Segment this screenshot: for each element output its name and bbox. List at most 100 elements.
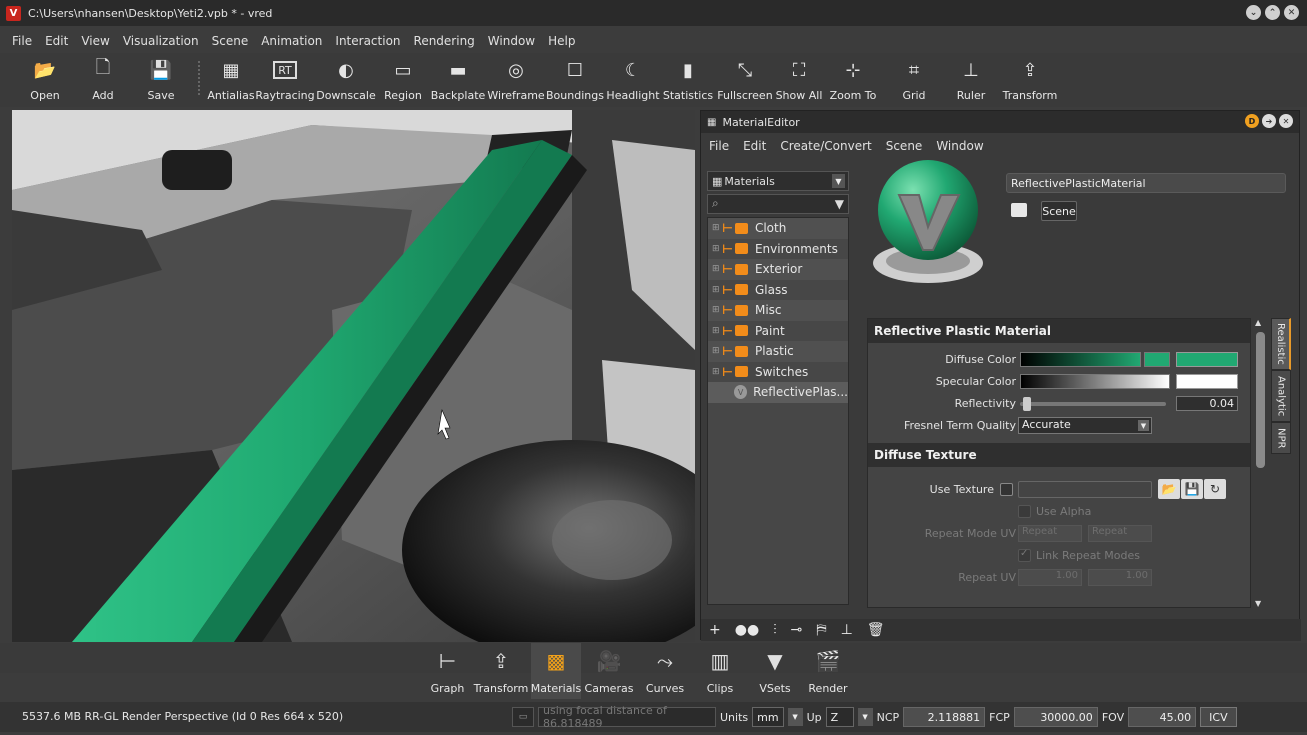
module-clips[interactable]: ▥ Clips xyxy=(693,643,747,699)
menu-view[interactable]: View xyxy=(81,34,109,48)
dock-icon[interactable]: D xyxy=(1245,114,1259,128)
material-name-field[interactable]: ReflectivePlasticMaterial xyxy=(1006,173,1286,193)
raytracing-button[interactable]: RT Raytracing xyxy=(255,53,315,105)
menu-interaction[interactable]: Interaction xyxy=(335,34,400,48)
ruler-button[interactable]: ⊥ Ruler xyxy=(945,53,997,105)
scene-button[interactable]: Scene xyxy=(1041,201,1077,221)
close-icon[interactable]: ✕ xyxy=(1279,114,1293,128)
menu-file[interactable]: File xyxy=(12,34,32,48)
reflectivity-slider[interactable] xyxy=(1020,397,1166,411)
use-texture-checkbox[interactable] xyxy=(1000,483,1013,496)
transform-button[interactable]: ⇪ Transform xyxy=(997,53,1063,105)
fullscreen-button[interactable]: ⤡ Fullscreen xyxy=(715,53,775,105)
minimize-icon[interactable]: ⌄ xyxy=(1246,5,1261,20)
module-graph[interactable]: ⊢ Graph xyxy=(424,643,471,699)
chevron-down-icon[interactable]: ▼ xyxy=(787,708,803,726)
add-icon[interactable]: + xyxy=(709,622,721,638)
float-icon[interactable]: ➔ xyxy=(1262,114,1276,128)
focal-distance-field[interactable]: using focal distance of 86.818489 xyxy=(538,704,716,730)
menu-rendering[interactable]: Rendering xyxy=(414,34,475,48)
link-repeat-checkbox[interactable] xyxy=(1018,548,1031,562)
delete-icon[interactable]: 🗑 xyxy=(867,622,885,638)
save-icon[interactable]: 💾 xyxy=(1181,479,1203,499)
ncp-field[interactable]: 2.118881 xyxy=(903,707,986,727)
backplate-button[interactable]: ▬ Backplate xyxy=(429,53,487,105)
tag-group-icon[interactable]: ⛿ xyxy=(816,622,826,638)
module-materials[interactable]: ▩ Materials xyxy=(531,643,581,699)
tab-analytic[interactable]: Analytic xyxy=(1271,370,1291,422)
icv-button[interactable]: ICV xyxy=(1200,707,1237,727)
add-button[interactable]: 🗋 Add xyxy=(76,53,130,105)
antialias-button[interactable]: ▦ Antialias xyxy=(207,53,255,105)
menu-visualization[interactable]: Visualization xyxy=(123,34,199,48)
section-diffuse-texture[interactable]: Diffuse Texture xyxy=(868,443,1250,467)
repeat-mode-v[interactable]: Repeat xyxy=(1088,525,1152,542)
up-axis-select[interactable]: Z xyxy=(825,707,854,727)
close-icon[interactable]: ✕ xyxy=(1284,5,1299,20)
me-menu-create-convert[interactable]: Create/Convert xyxy=(780,139,871,153)
menu-animation[interactable]: Animation xyxy=(261,34,322,48)
repeat-mode-u[interactable]: Repeat xyxy=(1018,525,1082,542)
fov-field[interactable]: 45.00 xyxy=(1128,707,1197,727)
repeat-uv-v[interactable]: 1.00 xyxy=(1088,569,1152,586)
tree-item-environments[interactable]: ⊞ ⊢ Environments xyxy=(708,239,848,260)
module-vsets[interactable]: ▼ VSets xyxy=(747,643,803,699)
me-menu-edit[interactable]: Edit xyxy=(743,139,766,153)
fresnel-select[interactable]: Accurate ▼ xyxy=(1018,417,1152,434)
chevron-down-icon[interactable]: ▼ xyxy=(857,708,873,726)
save-button[interactable]: 💾 Save xyxy=(130,53,192,105)
units-select[interactable]: mm xyxy=(752,707,784,727)
menu-help[interactable]: Help xyxy=(548,34,575,48)
diffuse-color-gradient[interactable] xyxy=(1020,352,1141,367)
maximize-icon[interactable]: ⌃ xyxy=(1265,5,1280,20)
find-icon[interactable]: ⊸ xyxy=(791,622,803,638)
filter-icon[interactable]: ▼ xyxy=(835,197,844,211)
reload-icon[interactable]: ↻ xyxy=(1204,479,1226,499)
materials-search-input[interactable]: ⌕ ▼ xyxy=(707,194,849,214)
tree-item-cloth[interactable]: ⊞ ⊢ Cloth xyxy=(708,218,848,239)
hierarchy-icon[interactable]: ⫶ xyxy=(773,622,777,638)
menu-edit[interactable]: Edit xyxy=(45,34,68,48)
open-button[interactable]: 📂 Open xyxy=(14,53,76,105)
render-viewport[interactable] xyxy=(12,110,695,642)
properties-scrollbar[interactable]: ▲ ▼ xyxy=(1254,318,1267,608)
region-button[interactable]: ▭ Region xyxy=(377,53,429,105)
tag-icon[interactable] xyxy=(1011,203,1027,217)
downscale-button[interactable]: ◐ Downscale xyxy=(315,53,377,105)
wireframe-button[interactable]: ◎ Wireframe xyxy=(487,53,545,105)
me-menu-window[interactable]: Window xyxy=(936,139,983,153)
repeat-uv-u[interactable]: 1.00 xyxy=(1018,569,1082,586)
module-cameras[interactable]: 🎥 Cameras xyxy=(581,643,637,699)
tree-item-switches[interactable]: ⊞ ⊢ Switches xyxy=(708,362,848,383)
me-menu-file[interactable]: File xyxy=(709,139,729,153)
zoom-to-button[interactable]: ⊹ Zoom To xyxy=(823,53,883,105)
texture-path-field[interactable] xyxy=(1018,481,1152,498)
reflectivity-value[interactable]: 0.04 xyxy=(1176,396,1238,411)
scroll-down-icon[interactable]: ▼ xyxy=(1255,599,1261,608)
diffuse-color-swatch[interactable] xyxy=(1176,352,1238,367)
headlight-button[interactable]: ☾ Headlight xyxy=(605,53,661,105)
scroll-thumb[interactable] xyxy=(1256,332,1265,468)
open-folder-icon[interactable]: 📂 xyxy=(1158,479,1180,499)
materials-dropdown[interactable]: ▦ Materials ▼ xyxy=(707,171,849,191)
tree-item-exterior[interactable]: ⊞ ⊢ Exterior xyxy=(708,259,848,280)
scroll-up-icon[interactable]: ▲ xyxy=(1255,318,1261,327)
menu-window[interactable]: Window xyxy=(488,34,535,48)
grid-button[interactable]: ⌗ Grid xyxy=(883,53,945,105)
statistics-button[interactable]: ▮ Statistics xyxy=(661,53,715,105)
apply-icon[interactable]: ⊥ xyxy=(841,622,853,638)
multi-material-icon[interactable]: ●● xyxy=(735,622,759,638)
use-alpha-checkbox[interactable] xyxy=(1018,505,1031,518)
slider-handle[interactable] xyxy=(1023,397,1031,411)
module-transform[interactable]: ⇪ Transform xyxy=(471,643,531,699)
module-curves[interactable]: ⤳ Curves xyxy=(637,643,693,699)
module-render[interactable]: 🎬 Render xyxy=(803,643,853,699)
terminal-icon[interactable]: ▭ xyxy=(512,707,534,727)
tab-realistic[interactable]: Realistic xyxy=(1271,318,1291,370)
tree-item-reflective-plastic[interactable]: V ReflectivePlas... xyxy=(708,382,848,403)
tree-item-glass[interactable]: ⊞ ⊢ Glass xyxy=(708,280,848,301)
fcp-field[interactable]: 30000.00 xyxy=(1013,707,1098,727)
tree-item-misc[interactable]: ⊞ ⊢ Misc xyxy=(708,300,848,321)
menu-scene[interactable]: Scene xyxy=(212,34,249,48)
tree-item-paint[interactable]: ⊞ ⊢ Paint xyxy=(708,321,848,342)
